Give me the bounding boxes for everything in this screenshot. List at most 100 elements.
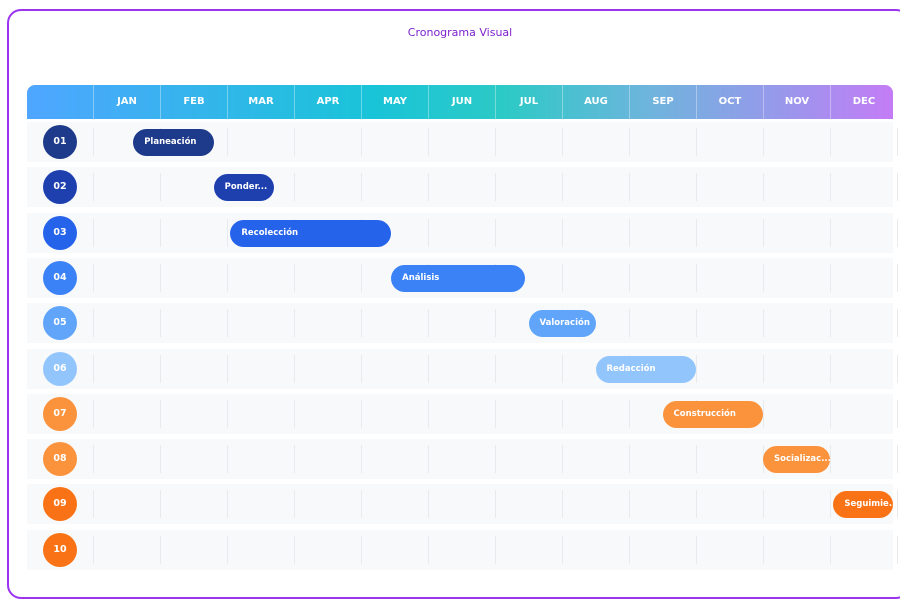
grid-line — [629, 309, 630, 338]
grid-line — [361, 173, 362, 202]
grid-line — [562, 535, 563, 564]
grid-line — [897, 309, 898, 338]
grid-line — [428, 535, 429, 564]
month-header-feb: FEB — [160, 85, 227, 119]
grid-line — [763, 218, 764, 247]
grid-line — [763, 399, 764, 428]
month-header-jul: JUL — [495, 85, 562, 119]
grid-line — [294, 263, 295, 292]
grid-line — [361, 445, 362, 474]
grid-line — [629, 218, 630, 247]
grid-line — [361, 535, 362, 564]
grid-line — [294, 309, 295, 338]
grid-line — [830, 535, 831, 564]
grid-line — [93, 173, 94, 202]
task-bar[interactable]: Ponder... — [213, 174, 274, 202]
grid-line — [93, 218, 94, 247]
grid-line — [495, 399, 496, 428]
grid-line — [227, 445, 228, 474]
grid-line — [562, 263, 563, 292]
grid-line — [93, 535, 94, 564]
grid-line — [160, 445, 161, 474]
grid-line — [495, 173, 496, 202]
grid-line — [629, 490, 630, 519]
grid-line — [830, 445, 831, 474]
month-header-sep: SEP — [629, 85, 696, 119]
grid-line — [696, 354, 697, 383]
grid-line — [294, 535, 295, 564]
grid-line — [629, 263, 630, 292]
grid-line — [830, 263, 831, 292]
task-bar[interactable]: Socializac... — [763, 446, 830, 474]
grid-line — [160, 218, 161, 247]
grid-line — [629, 445, 630, 474]
row-number-badge: 06 — [43, 351, 77, 386]
task-bar[interactable]: Construcción — [662, 400, 763, 428]
grid-line — [361, 354, 362, 383]
grid-line — [897, 173, 898, 202]
grid-line — [562, 218, 563, 247]
grid-line — [629, 173, 630, 202]
grid-line — [897, 535, 898, 564]
month-header-apr: APR — [294, 85, 361, 119]
month-header-oct: OCT — [696, 85, 763, 119]
grid-line — [428, 445, 429, 474]
grid-line — [763, 490, 764, 519]
grid-line — [428, 128, 429, 156]
schedule-row: 09 Seguimie... — [27, 484, 898, 525]
grid-line — [763, 128, 764, 156]
grid-line — [763, 173, 764, 202]
grid-line — [160, 263, 161, 292]
month-header-jan: JAN — [93, 85, 160, 119]
task-bar[interactable]: Planeación — [133, 129, 214, 156]
task-bar[interactable]: Análisis — [391, 264, 526, 292]
task-bar[interactable]: Redacción — [595, 355, 696, 383]
grid-line — [294, 128, 295, 156]
task-bar[interactable]: Seguimie... — [833, 491, 893, 519]
grid-line — [562, 173, 563, 202]
grid-line — [696, 128, 697, 156]
grid-line — [830, 309, 831, 338]
grid-line — [696, 309, 697, 338]
row-number-badge: 01 — [43, 125, 77, 159]
grid-line — [696, 263, 697, 292]
grid-line — [93, 354, 94, 383]
grid-line — [361, 490, 362, 519]
grid-line — [160, 399, 161, 428]
grid-line — [428, 173, 429, 202]
grid-line — [495, 445, 496, 474]
grid-line — [227, 128, 228, 156]
row-number-badge: 02 — [43, 170, 77, 205]
grid-line — [93, 490, 94, 519]
grid-line — [562, 490, 563, 519]
grid-line — [763, 354, 764, 383]
grid-line — [629, 128, 630, 156]
grid-line — [495, 218, 496, 247]
grid-line — [897, 399, 898, 428]
month-header-aug: AUG — [562, 85, 629, 119]
grid-line — [629, 399, 630, 428]
grid-line — [763, 309, 764, 338]
grid-line — [294, 173, 295, 202]
schedule-row: 07 Construcción — [27, 393, 898, 434]
grid-line — [562, 128, 563, 156]
grid-line — [227, 309, 228, 338]
grid-line — [361, 128, 362, 156]
task-bar[interactable]: Valoración — [528, 310, 596, 338]
grid-line — [830, 399, 831, 428]
grid-line — [897, 128, 898, 156]
grid-line — [93, 309, 94, 338]
grid-line — [428, 490, 429, 519]
grid-line — [227, 218, 228, 247]
grid-line — [227, 354, 228, 383]
grid-line — [897, 263, 898, 292]
grid-line — [160, 490, 161, 519]
schedule-row: 01 Planeación — [27, 122, 898, 162]
grid-line — [294, 354, 295, 383]
grid-line — [696, 218, 697, 247]
grid-line — [93, 399, 94, 428]
grid-line — [830, 490, 831, 519]
task-bar[interactable]: Recolección — [230, 219, 392, 247]
grid-line — [562, 445, 563, 474]
grid-line — [696, 490, 697, 519]
